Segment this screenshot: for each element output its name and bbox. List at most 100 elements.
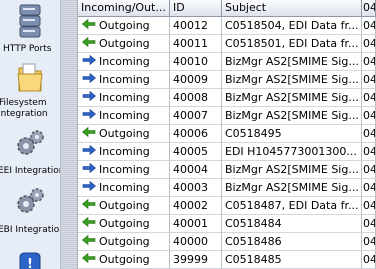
- table-row[interactable]: Incoming 40004 BizMgr AS2[SMIME Sig... 04: [78, 161, 376, 179]
- direction-label: Incoming: [99, 145, 150, 158]
- outgoing-arrow-icon: [82, 215, 96, 232]
- direction-label: Outgoing: [99, 217, 150, 230]
- direction-label: Outgoing: [99, 19, 150, 32]
- outgoing-arrow-icon: [82, 251, 96, 268]
- table-row[interactable]: Incoming 40007 BizMgr AS2[SMIME Sig... 04: [78, 107, 376, 125]
- message-table: Incoming/Out... ID Subject 04 Outgoing 40…: [78, 0, 376, 269]
- incoming-arrow-icon: [82, 71, 96, 88]
- subject-cell: BizMgr AS2[SMIME Sig...: [222, 89, 362, 107]
- direction-label: Incoming: [99, 91, 150, 104]
- table-row[interactable]: Outgoing 40011 C0518501, EDI Data fr... 04: [78, 35, 376, 53]
- date-cell: 04: [362, 71, 376, 89]
- direction-cell: Outgoing: [78, 17, 170, 35]
- sidebar-item-eei-integration[interactable]: EEI Integration: [0, 128, 60, 180]
- direction-label: Outgoing: [99, 199, 150, 212]
- table-row[interactable]: Incoming 40005 EDI H1045773001300... 04: [78, 143, 376, 161]
- date-cell: 04: [362, 143, 376, 161]
- subject-cell: BizMgr AS2[SMIME Sig...: [222, 107, 362, 125]
- table-row[interactable]: Outgoing 40006 C0518495 04: [78, 125, 376, 143]
- id-cell: 40004: [170, 161, 222, 179]
- direction-cell: Outgoing: [78, 125, 170, 143]
- id-cell: 40011: [170, 35, 222, 53]
- subject-cell: C0518484: [222, 215, 362, 233]
- subject-cell: C0518486: [222, 233, 362, 251]
- incoming-arrow-icon: [82, 53, 96, 70]
- subject-cell: C0518495: [222, 125, 362, 143]
- sidebar-item-ebi-integration[interactable]: EBI Integration: [0, 186, 60, 238]
- folder-icon: [17, 63, 43, 92]
- date-cell: 04: [362, 197, 376, 215]
- subject-cell: C0518501, EDI Data fr...: [222, 35, 362, 53]
- direction-label: Outgoing: [99, 37, 150, 50]
- gears-icon: [17, 130, 44, 155]
- direction-label: Outgoing: [99, 127, 150, 140]
- direction-label: Outgoing: [99, 253, 150, 266]
- direction-cell: Outgoing: [78, 197, 170, 215]
- direction-cell: Outgoing: [78, 215, 170, 233]
- subject-cell: BizMgr AS2[SMIME Sig...: [222, 71, 362, 89]
- subject-cell: C0518487, EDI Data fr...: [222, 197, 362, 215]
- direction-cell: Incoming: [78, 107, 170, 125]
- incoming-arrow-icon: [82, 89, 96, 106]
- subject-cell: BizMgr AS2[SMIME Sig...: [222, 53, 362, 71]
- date-cell: 04: [362, 17, 376, 35]
- direction-label: Incoming: [99, 109, 150, 122]
- outgoing-arrow-icon: [82, 125, 96, 142]
- id-cell: 40005: [170, 143, 222, 161]
- column-header-date[interactable]: 04: [362, 0, 376, 17]
- id-cell: 40009: [170, 71, 222, 89]
- sidebar-item-label: Filesystem Integration: [0, 98, 48, 120]
- sidebar: HTTP Ports Filesystem Integration EEI In…: [0, 0, 60, 269]
- outgoing-arrow-icon: [82, 197, 96, 214]
- incoming-arrow-icon: [82, 143, 96, 160]
- sidebar-item-http-ports[interactable]: HTTP Ports: [0, 4, 60, 58]
- direction-label: Outgoing: [99, 235, 150, 248]
- direction-cell: Incoming: [78, 71, 170, 89]
- table-row[interactable]: Outgoing 40002 C0518487, EDI Data fr... 04: [78, 197, 376, 215]
- direction-label: Incoming: [99, 163, 150, 176]
- direction-cell: Incoming: [78, 53, 170, 71]
- date-cell: 04: [362, 215, 376, 233]
- date-cell: 04: [362, 161, 376, 179]
- subject-cell: BizMgr AS2[SMIME Sig...: [222, 179, 362, 197]
- table-row[interactable]: Incoming 40010 BizMgr AS2[SMIME Sig... 04: [78, 53, 376, 71]
- column-header-direction[interactable]: Incoming/Out...: [78, 0, 170, 17]
- subject-cell: C0518485: [222, 251, 362, 269]
- table-row[interactable]: Incoming 40003 BizMgr AS2[SMIME Sig... 04: [78, 179, 376, 197]
- svg-text:!: !: [27, 257, 33, 269]
- sidebar-item-label: EBI Integration: [0, 225, 60, 235]
- id-cell: 40007: [170, 107, 222, 125]
- splitter[interactable]: [60, 0, 78, 269]
- table-row[interactable]: Outgoing 40001 C0518484 04: [78, 215, 376, 233]
- table-row[interactable]: Incoming 40008 BizMgr AS2[SMIME Sig... 04: [78, 89, 376, 107]
- direction-label: Incoming: [99, 73, 150, 86]
- date-cell: 04: [362, 125, 376, 143]
- id-cell: 40000: [170, 233, 222, 251]
- sidebar-item-info[interactable]: !: [0, 252, 60, 269]
- table-row[interactable]: Incoming 40009 BizMgr AS2[SMIME Sig... 04: [78, 71, 376, 89]
- id-cell: 39999: [170, 251, 222, 269]
- id-cell: 40012: [170, 17, 222, 35]
- column-header-id[interactable]: ID: [170, 0, 222, 17]
- sidebar-item-label-text: Filesystem Integration: [0, 98, 48, 119]
- sidebar-item-label: EEI Integration: [0, 166, 60, 176]
- column-header-subject[interactable]: Subject: [222, 0, 362, 17]
- id-cell: 40006: [170, 125, 222, 143]
- subject-cell: EDI H1045773001300...: [222, 143, 362, 161]
- table-row[interactable]: Outgoing 40012 C0518504, EDI Data fr... 04: [78, 17, 376, 35]
- outgoing-arrow-icon: [82, 17, 96, 34]
- direction-cell: Incoming: [78, 143, 170, 161]
- table-row[interactable]: Outgoing 39999 C0518485 04: [78, 251, 376, 269]
- sidebar-item-label: HTTP Ports: [3, 44, 52, 54]
- id-cell: 40001: [170, 215, 222, 233]
- outgoing-arrow-icon: [82, 35, 96, 52]
- table-row[interactable]: Outgoing 40000 C0518486 04: [78, 233, 376, 251]
- incoming-arrow-icon: [82, 161, 96, 178]
- sidebar-item-filesystem-integration[interactable]: Filesystem Integration: [0, 62, 60, 124]
- date-cell: 04: [362, 89, 376, 107]
- subject-cell: C0518504, EDI Data fr...: [222, 17, 362, 35]
- id-cell: 40003: [170, 179, 222, 197]
- date-cell: 04: [362, 53, 376, 71]
- incoming-arrow-icon: [82, 179, 96, 196]
- id-cell: 40002: [170, 197, 222, 215]
